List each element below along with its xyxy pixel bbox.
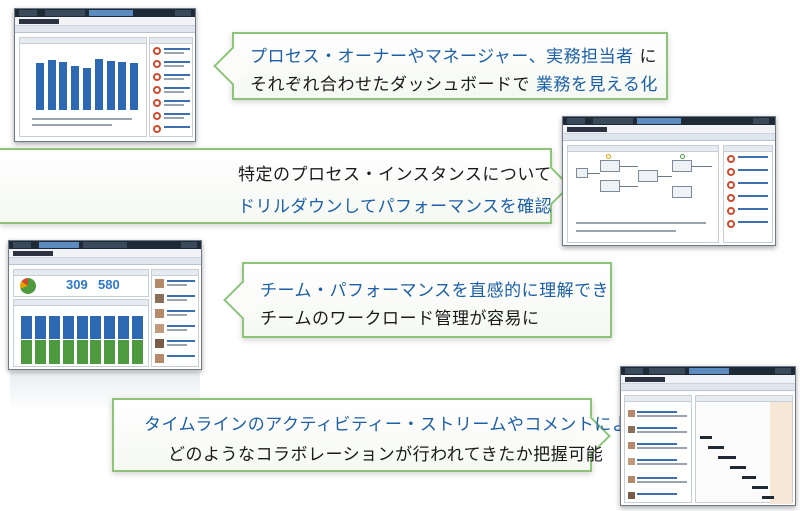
timeline-gantt-panel bbox=[695, 395, 793, 504]
chart-bar-green bbox=[76, 340, 88, 364]
chart-bar-blue bbox=[118, 315, 130, 340]
callout-4-line2: どのようなコラボレーションが行われてきたか把握可能 bbox=[168, 445, 604, 465]
activity-status-panel bbox=[567, 145, 719, 243]
chart-bar-green bbox=[132, 340, 144, 364]
team-stats-panel: 309 580 bbox=[13, 269, 149, 297]
chart-bar bbox=[35, 63, 44, 110]
chart-bar-green bbox=[62, 340, 74, 364]
average-duration-panel bbox=[19, 37, 147, 137]
stats-pie bbox=[20, 278, 36, 294]
callout-drilldown: 特定のプロセス・インスタンスについて ドリルダウンしてパフォーマンスを確認 bbox=[0, 148, 571, 224]
callout-1-line1-highlight: プロセス・オーナーやマネージャー、実務担当者 bbox=[250, 47, 634, 67]
chart-bar bbox=[83, 68, 91, 110]
chart-bar bbox=[130, 63, 139, 110]
dashboard-title bbox=[19, 19, 59, 24]
chart-bar-blue bbox=[90, 315, 102, 340]
chart-bar-green bbox=[20, 340, 32, 364]
roster-panel bbox=[151, 269, 199, 367]
callout-4-line1: タイムラインのアクティビティー・ストリームやコメントにより、 bbox=[144, 415, 664, 435]
team-measures-panel bbox=[13, 299, 149, 367]
activity-stream-panel bbox=[624, 395, 692, 503]
process-instance-screenshot bbox=[562, 116, 776, 246]
chart-bar bbox=[71, 65, 80, 110]
chart-bar-green bbox=[48, 340, 60, 364]
dashboard-screenshot-1 bbox=[14, 8, 196, 142]
instances-panel bbox=[723, 145, 773, 243]
chart-bar bbox=[47, 59, 56, 110]
bar-chart bbox=[32, 50, 142, 110]
timeline-screenshot bbox=[620, 366, 796, 506]
callout-team-performance: チーム・パフォーマンスを直感的に理解でき チームのワークロード管理が容易に bbox=[223, 262, 612, 338]
instances-panel bbox=[149, 37, 193, 137]
callout-3-line2: チームのワークロード管理が容易に bbox=[260, 309, 540, 329]
chart-bar-green bbox=[90, 340, 102, 364]
chart-bar-blue bbox=[132, 315, 144, 340]
chart-bar-green bbox=[34, 340, 46, 364]
chart-bar bbox=[59, 62, 68, 110]
chart-bar-blue bbox=[62, 315, 74, 340]
callout-timeline: タイムラインのアクティビティー・ストリームやコメントにより、 どのようなコラボレ… bbox=[112, 398, 663, 472]
chart-bar bbox=[118, 62, 127, 110]
callout-dashboard: プロセス・オーナーやマネージャー、実務担当者 に それぞれ合わせたダッシュボード… bbox=[213, 32, 668, 100]
tab-strip bbox=[15, 26, 195, 33]
chart-bar-blue bbox=[104, 315, 116, 340]
chart-bar-green bbox=[118, 340, 130, 364]
dashboard-title-bar bbox=[15, 17, 195, 26]
team-dashboard-screenshot: 309 580 bbox=[8, 240, 202, 370]
callout-1-line2-rest: それぞれ合わせたダッシュボードで bbox=[250, 75, 530, 95]
callout-1-line1-rest: に bbox=[639, 47, 658, 67]
callout-3-line1: チーム・パフォーマンスを直感的に理解でき bbox=[260, 281, 610, 301]
callout-2-line1: 特定のプロセス・インスタンスについて bbox=[238, 165, 552, 185]
chart-bar-blue bbox=[20, 315, 32, 340]
stat-value-2: 580 bbox=[98, 277, 120, 292]
chart-bar-blue bbox=[34, 315, 46, 340]
top-nav-bar bbox=[15, 9, 195, 17]
chart-bar bbox=[106, 60, 115, 110]
stat-value-1: 309 bbox=[66, 277, 88, 292]
chart-bar-blue bbox=[48, 315, 60, 340]
callout-2-line2: ドリルダウンしてパフォーマンスを確認 bbox=[238, 197, 553, 217]
chart-bar bbox=[94, 59, 103, 110]
stacked-bar-chart bbox=[18, 308, 146, 364]
chart-bar-green bbox=[104, 340, 116, 364]
chart-bar-blue bbox=[76, 315, 88, 340]
callout-1-line2-highlight: 業務を見える化 bbox=[535, 75, 658, 95]
panel-header bbox=[20, 38, 146, 44]
